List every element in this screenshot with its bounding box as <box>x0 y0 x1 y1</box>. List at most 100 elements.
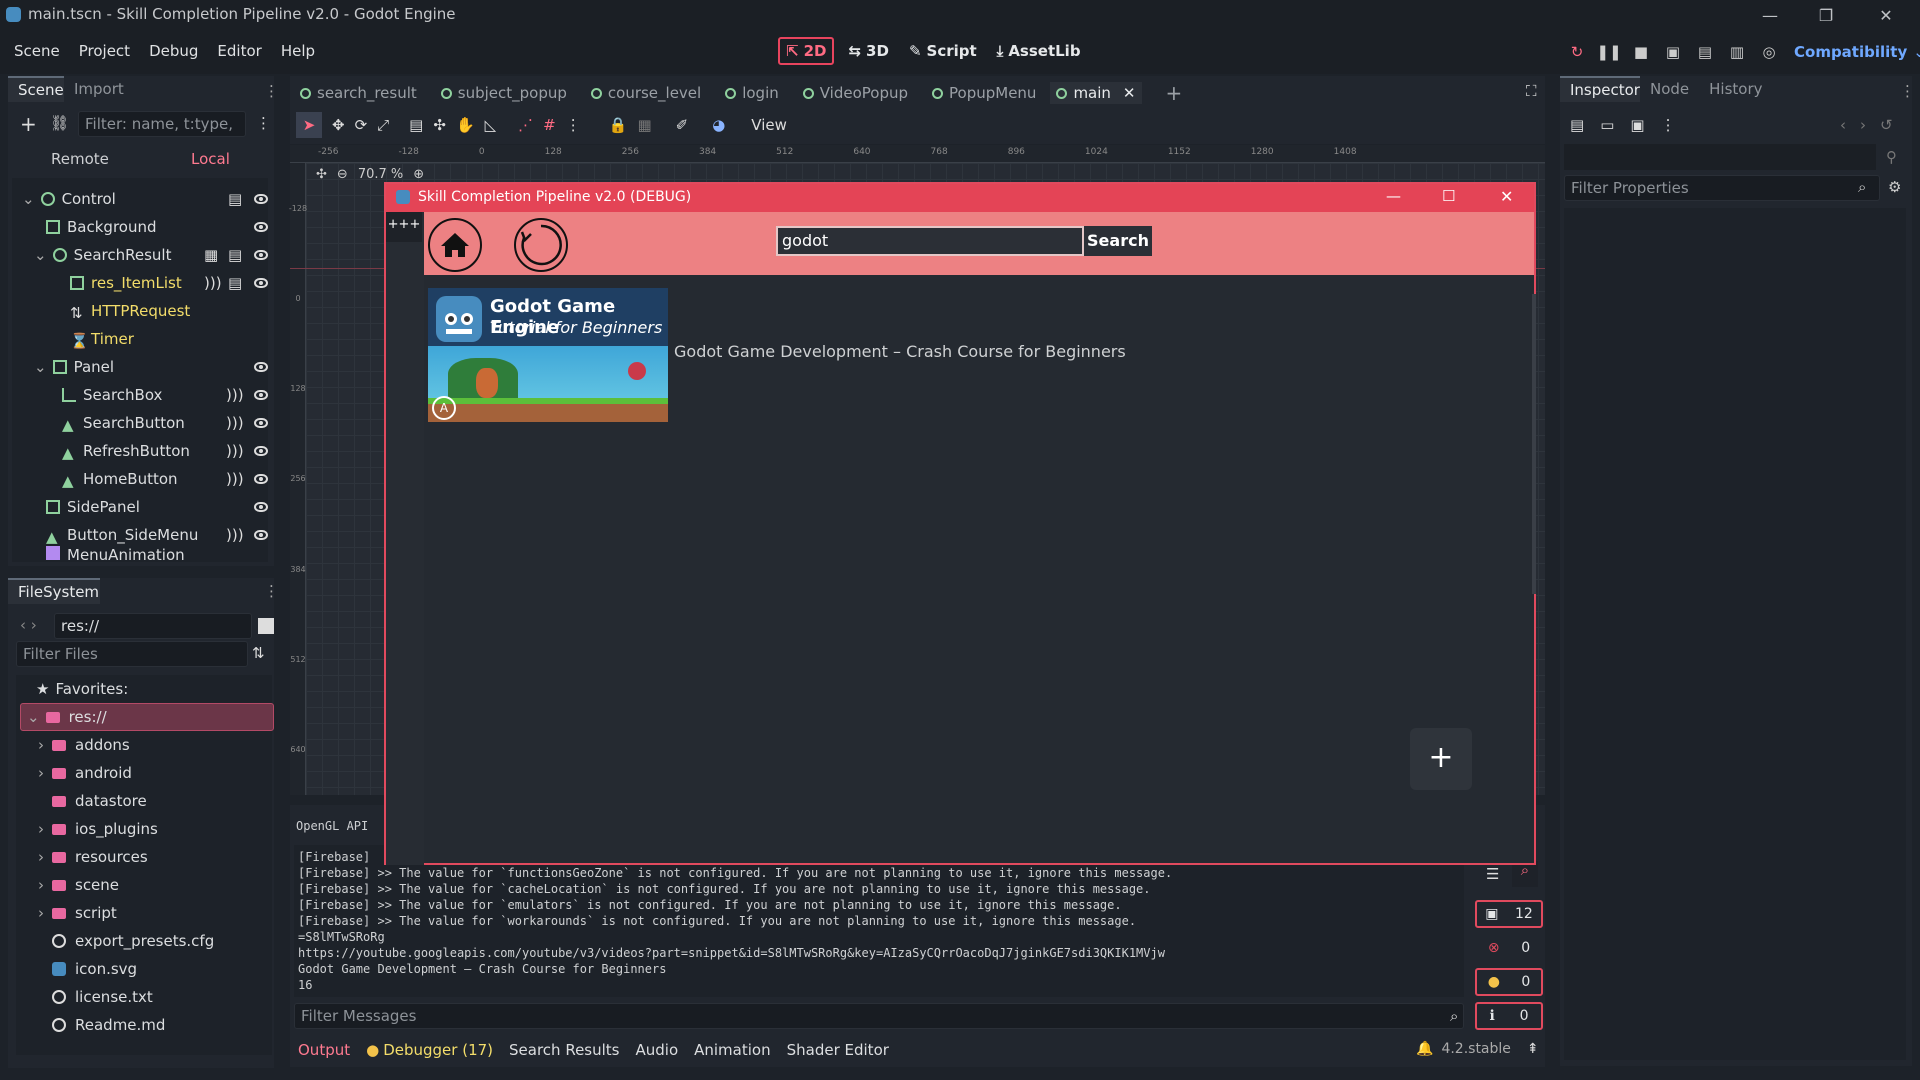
menu-editor[interactable]: Editor <box>217 42 261 60</box>
ruler-icon[interactable]: ◺ <box>485 116 497 134</box>
add-button[interactable]: + <box>1410 728 1472 790</box>
movie-icon[interactable]: ◎ <box>1756 39 1782 65</box>
inspector-kebab-icon[interactable]: ⋮ <box>1661 116 1676 134</box>
refresh-button[interactable] <box>514 218 568 272</box>
open-folder-icon[interactable]: ▭ <box>1600 116 1614 134</box>
object-history-icon[interactable]: ↺ <box>1880 116 1893 134</box>
tab-animation[interactable]: Animation <box>694 1041 770 1059</box>
renderer-select[interactable]: Compatibility <box>1794 43 1907 61</box>
filter-files-input[interactable]: Filter Files <box>16 641 248 667</box>
kebab-icon[interactable]: ⋮ <box>264 582 279 600</box>
menu-project[interactable]: Project <box>79 42 130 60</box>
mode-3d-button[interactable]: ⇆ 3D <box>842 37 894 65</box>
reload-icon[interactable]: ↻ <box>1564 39 1590 65</box>
tab-history[interactable]: History <box>1699 76 1772 102</box>
fs-item-ios-plugins[interactable]: › ios_plugins <box>38 815 158 843</box>
fs-item-addons[interactable]: › addons <box>38 731 130 759</box>
menu-help[interactable]: Help <box>281 42 315 60</box>
tree-node-res-itemlist[interactable]: res_ItemList))) ▤ <box>70 269 268 297</box>
scene-tab-course-level[interactable]: course_level <box>590 84 701 102</box>
tab-output[interactable]: Output <box>298 1041 350 1059</box>
object-properties-icon[interactable]: ⚲ <box>1886 148 1897 166</box>
tree-node-timer[interactable]: ⌛ Timer <box>70 325 134 353</box>
game-scrollbar[interactable] <box>1532 294 1536 594</box>
distraction-free-icon[interactable]: ⛶ <box>1526 82 1537 100</box>
tree-node-httprequest[interactable]: ⇅ HTTPRequest <box>70 297 190 325</box>
zoom-reset-icon[interactable]: ✣ <box>316 167 327 182</box>
side-menu-button[interactable]: +++ <box>386 212 422 242</box>
scene-filter-kebab-icon[interactable]: ⋮ <box>256 114 271 132</box>
fs-item-export-presets[interactable]: export_presets.cfg <box>52 927 214 955</box>
tree-node-searchbox[interactable]: SearchBox))) <box>62 381 268 409</box>
game-maximize-icon[interactable]: ☐ <box>1442 187 1455 205</box>
fs-item-resources[interactable]: › resources <box>38 843 148 871</box>
filter-messages-input[interactable]: Filter Messages <box>294 1003 1464 1029</box>
grid-snap-icon[interactable]: # <box>543 116 556 134</box>
filter-properties-input[interactable]: Filter Properties <box>1564 175 1880 201</box>
property-options-icon[interactable]: ⚙ <box>1888 178 1901 196</box>
snap-options-icon[interactable]: ⋮ <box>566 116 581 134</box>
remote-debug-icon[interactable]: ▣ <box>1660 39 1686 65</box>
kebab-icon[interactable]: ⋮ <box>264 82 279 100</box>
fs-item-readme[interactable]: Readme.md <box>52 1011 165 1039</box>
menu-debug[interactable]: Debug <box>149 42 198 60</box>
camera-override-icon[interactable]: ◕ <box>712 116 725 134</box>
error-count-badge[interactable]: ⊗ 0 <box>1475 934 1543 962</box>
lock-icon[interactable]: 🔒 <box>609 116 628 134</box>
rotate-tool-icon[interactable]: ⟳ <box>355 116 368 134</box>
scene-tab-main[interactable]: main ✕ <box>1050 82 1142 104</box>
zoom-out-icon[interactable]: ⊖ <box>337 167 348 182</box>
message-count-badge[interactable]: ▣ 12 <box>1475 900 1543 928</box>
pause-icon[interactable]: ❚❚ <box>1596 39 1622 65</box>
history-back-icon[interactable]: ‹ <box>1840 116 1846 134</box>
close-icon[interactable]: ✕ <box>1858 0 1914 30</box>
scene-tab-login[interactable]: login <box>725 84 779 102</box>
mode-2d-button[interactable]: ⇱ 2D <box>778 37 835 65</box>
favorites-row[interactable]: ★ Favorites: <box>36 675 128 703</box>
layout-toggle-icon[interactable] <box>258 618 274 634</box>
tree-node-searchbutton[interactable]: ▲ SearchButton))) <box>62 409 268 437</box>
notification-bell-icon[interactable]: 🔔 <box>1416 1041 1433 1057</box>
search-button[interactable]: Search <box>1084 226 1152 256</box>
minimize-icon[interactable]: — <box>1742 0 1798 30</box>
root-folder-row[interactable]: ⌄ res:// <box>20 703 274 731</box>
game-minimize-icon[interactable]: — <box>1386 187 1401 205</box>
fs-item-license[interactable]: license.txt <box>52 983 153 1011</box>
kebab-icon[interactable]: ⋮ <box>1900 82 1915 100</box>
save-icon[interactable]: ▣ <box>1630 116 1644 134</box>
tab-filesystem[interactable]: FileSystem <box>8 578 100 604</box>
fs-item-android[interactable]: › android <box>38 759 132 787</box>
restore-icon[interactable]: ❐ <box>1798 0 1854 30</box>
scene-tab-popupmenu[interactable]: PopupMenu <box>932 84 1036 102</box>
filter-lines-icon[interactable]: ☰ <box>1486 865 1499 883</box>
tab-inspector[interactable]: Inspector <box>1560 76 1640 102</box>
new-resource-icon[interactable]: ▤ <box>1570 116 1584 134</box>
sort-icon[interactable]: ⇅ <box>252 644 265 662</box>
object-selector[interactable] <box>1564 144 1876 170</box>
tree-node-homebutton[interactable]: ▲ HomeButton))) <box>62 465 268 493</box>
scene-filter-input[interactable]: Filter: name, t:type, <box>78 111 246 137</box>
fs-item-icon-svg[interactable]: icon.svg <box>52 955 137 983</box>
back-icon[interactable]: ‹ › <box>20 616 37 634</box>
search-input[interactable]: godot <box>776 226 1084 256</box>
tree-node-sidepanel[interactable]: SidePanel <box>46 493 268 521</box>
group-icon[interactable]: ▦ <box>637 116 651 134</box>
remote-button[interactable]: Remote <box>51 150 109 168</box>
add-node-icon[interactable]: + <box>20 112 37 136</box>
tree-node-control[interactable]: ⌄ Control ▤ <box>22 185 268 213</box>
scene-tab-subject-popup[interactable]: subject_popup <box>440 84 567 102</box>
info-count-badge[interactable]: ℹ0 <box>1475 1002 1543 1030</box>
history-forward-icon[interactable]: › <box>1860 116 1866 134</box>
game-close-icon[interactable]: ✕ <box>1500 187 1513 206</box>
zoom-in-icon[interactable]: ⊕ <box>413 167 424 182</box>
tree-node-panel[interactable]: ⌄ Panel <box>34 353 268 381</box>
path-input[interactable]: res:// <box>54 613 252 639</box>
scale-tool-icon[interactable]: ⤢ <box>377 116 389 134</box>
scene-tab-search-result[interactable]: search_result <box>300 84 417 102</box>
tree-node-button-sidemenu[interactable]: ▲ Button_SideMenu))) <box>46 521 268 549</box>
mode-assetlib-button[interactable]: ⤓ AssetLib <box>991 37 1087 65</box>
zoom-level[interactable]: 70.7 % <box>358 167 403 182</box>
local-button[interactable]: Local <box>191 150 230 168</box>
tree-node-searchresult[interactable]: ⌄ SearchResult ▦ ▤ <box>34 241 268 269</box>
move-tool-icon[interactable]: ✥ <box>332 116 345 134</box>
